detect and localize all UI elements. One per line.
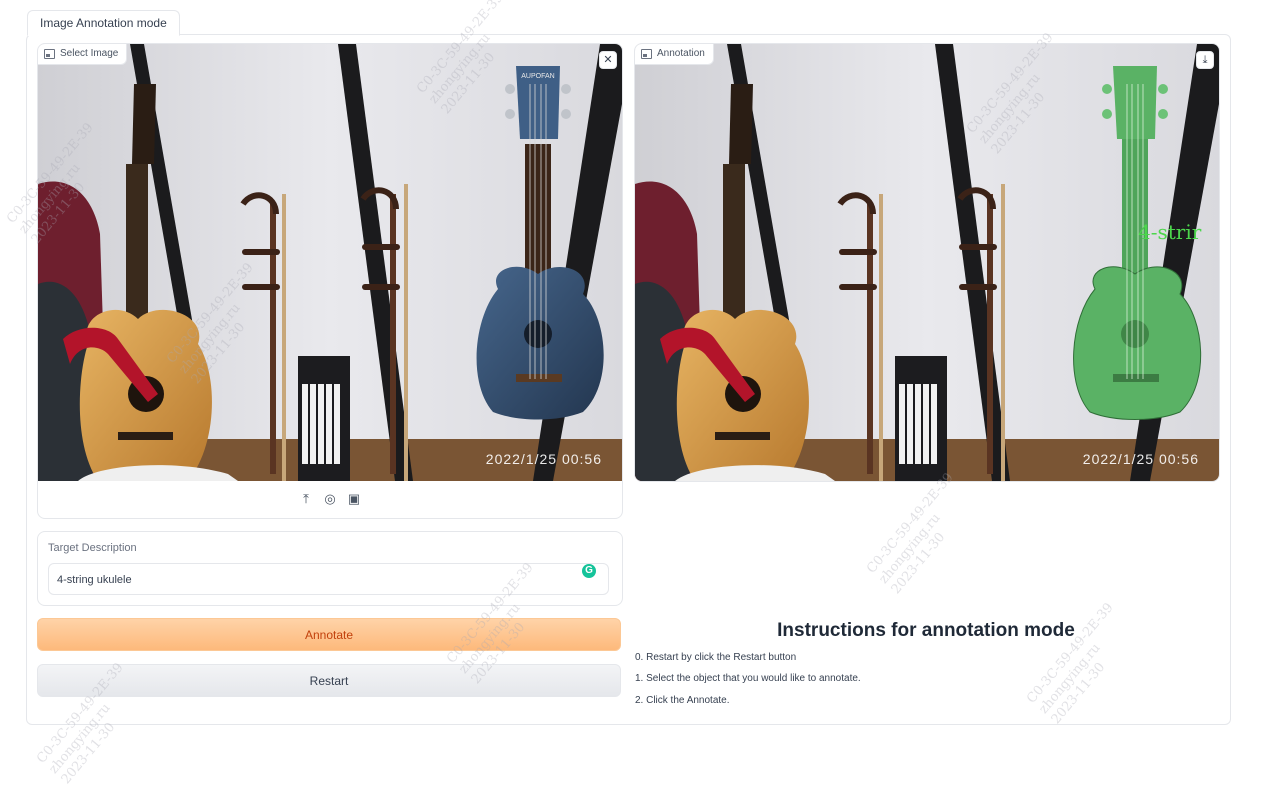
download-icon: ⤓ <box>1202 54 1208 66</box>
restart-button[interactable]: Restart <box>37 664 621 697</box>
close-image-button[interactable]: ✕ <box>599 51 617 69</box>
instruction-item: 0. Restart by click the Restart button <box>635 652 797 663</box>
target-description-input[interactable]: 4-string ukulele <box>48 563 609 595</box>
webcam-icon[interactable]: ◎ <box>323 492 337 506</box>
tab-image-annotation-mode[interactable]: Image Annotation mode <box>27 10 180 36</box>
headstock-text: AUPOFAN <box>521 73 554 80</box>
input-image-label-text: Select Image <box>60 48 119 59</box>
download-button[interactable]: ⤓ <box>1196 51 1214 69</box>
upload-icon[interactable]: ⤒ <box>299 492 313 506</box>
input-image-panel: Select Image ✕ AUPOFAN 2022/1/25 00:56 ⤒… <box>37 43 623 519</box>
instruction-item: 1. Select the object that you would like… <box>635 673 861 684</box>
annotation-output-panel: Annotation ⤓ 4-strir 2022/1/25 00:56 <box>634 43 1220 482</box>
instructions-title: Instructions for annotation mode <box>777 620 1075 641</box>
instruction-item: 2. Click the Annotate. <box>635 695 730 706</box>
input-photo[interactable]: AUPOFAN 2022/1/25 00:56 <box>38 44 622 481</box>
annotate-button[interactable]: Annotate <box>37 618 621 651</box>
annotation-label: Annotation <box>635 44 714 65</box>
image-icon <box>641 49 652 59</box>
target-description-label: Target Description <box>48 542 137 554</box>
image-icon <box>44 49 55 59</box>
annotated-photo: 4-strir 2022/1/25 00:56 <box>635 44 1219 481</box>
target-description-panel: Target Description 4-string ukulele <box>37 531 623 606</box>
annotation-timestamp: 2022/1/25 00:56 <box>1083 451 1199 467</box>
grammarly-icon[interactable]: G <box>582 564 596 578</box>
input-image-label: Select Image <box>38 44 128 65</box>
clipboard-icon[interactable]: ▣ <box>347 492 361 506</box>
annotation-label-text: Annotation <box>657 48 705 59</box>
close-icon: ✕ <box>603 54 613 66</box>
input-timestamp: 2022/1/25 00:56 <box>486 451 602 467</box>
annotation-text-label: 4-strir <box>1138 220 1202 244</box>
image-source-toolbar: ⤒ ◎ ▣ <box>38 481 622 517</box>
